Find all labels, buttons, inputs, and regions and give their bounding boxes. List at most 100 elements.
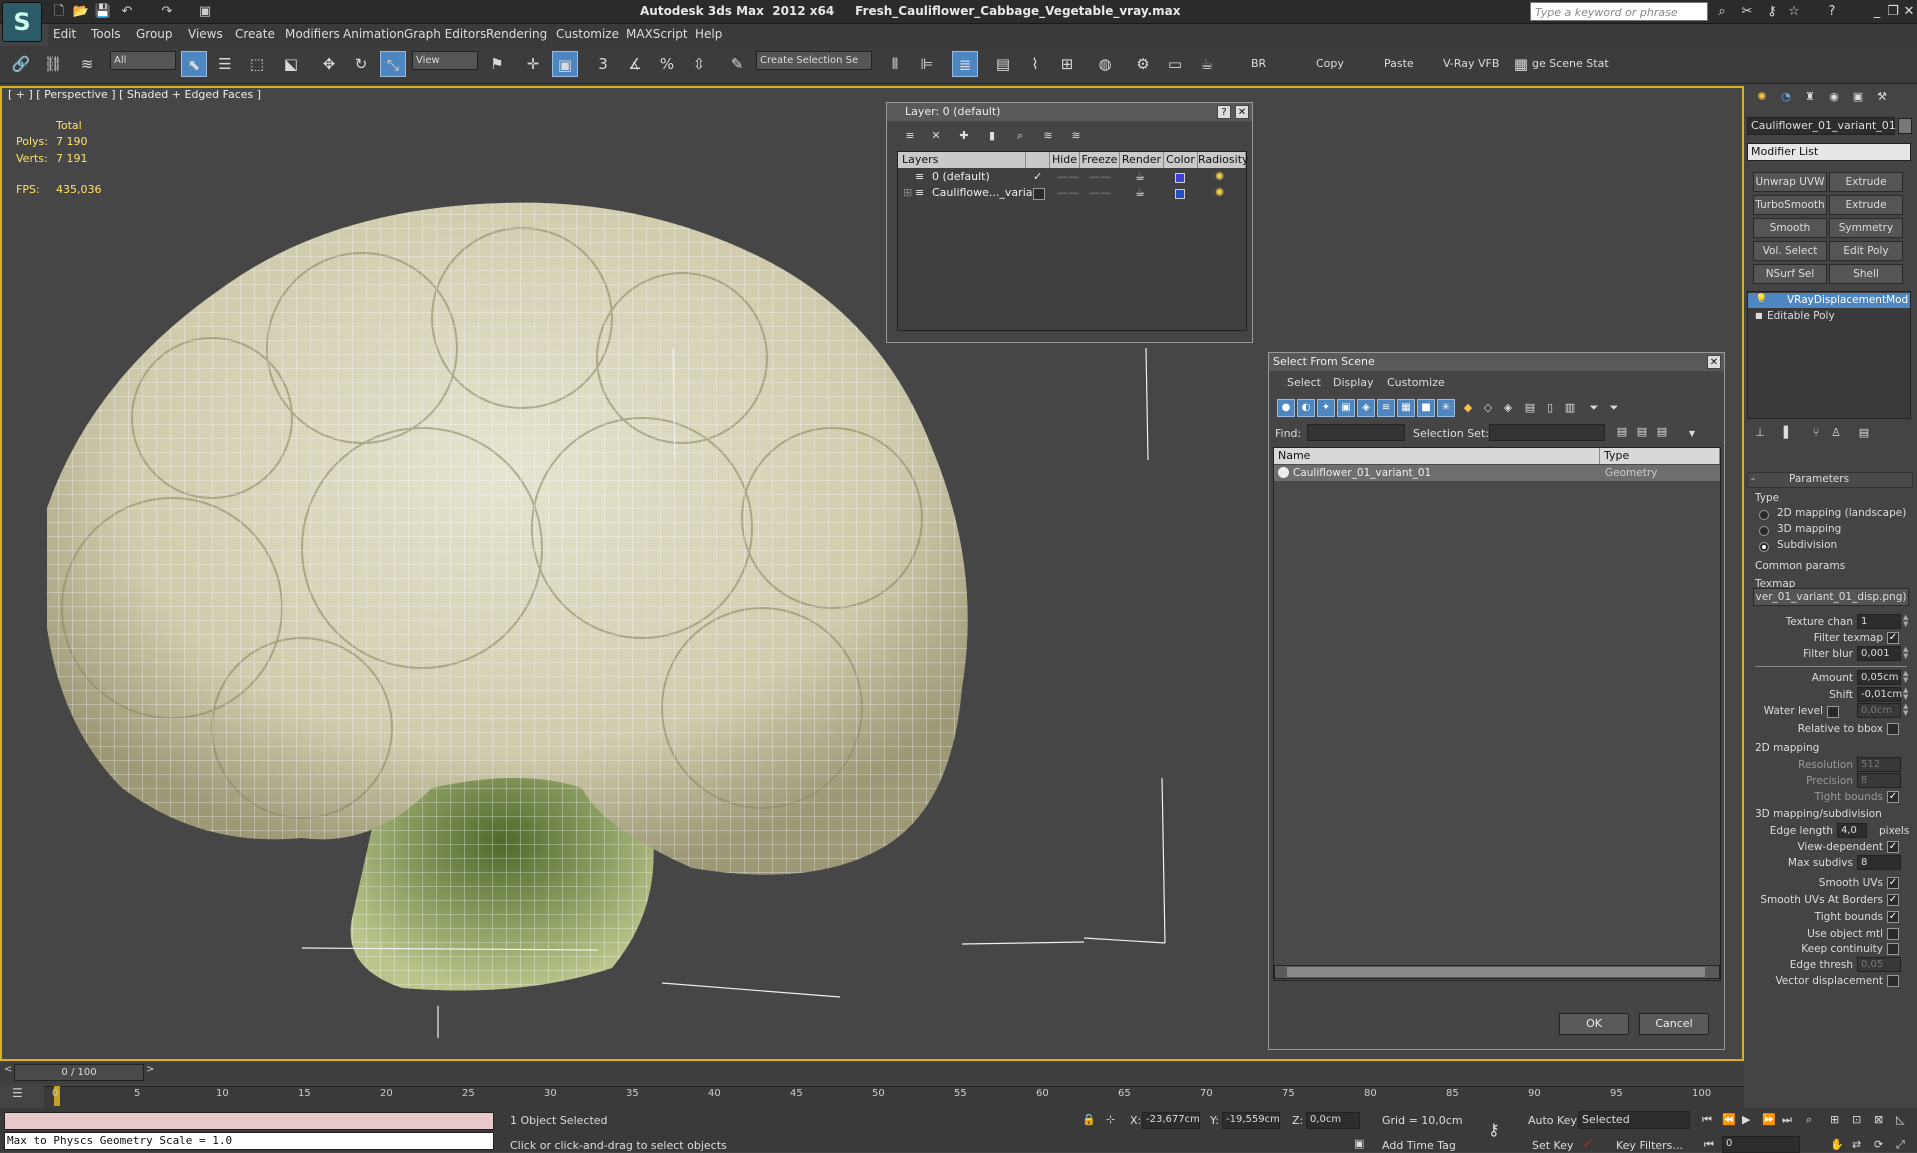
layer-hide-toggle[interactable]: —— (1057, 169, 1079, 185)
auto-key-button[interactable]: Auto Key (1528, 1114, 1577, 1127)
scene-states-icon[interactable]: ▦ (1508, 51, 1534, 77)
texmap-button[interactable]: ver_01_variant_01_disp.png) (1753, 588, 1909, 606)
walk-through-icon[interactable]: ⇄ (1852, 1138, 1861, 1151)
render-production-icon[interactable]: ☕ (1194, 51, 1220, 77)
hierarchy-tab-icon[interactable]: ♜ (1801, 88, 1819, 106)
angle-snap-icon[interactable]: ∡ (622, 51, 648, 77)
menu-maxscript[interactable]: MAXScript (626, 27, 688, 41)
keyboard-shortcut-toggle-icon[interactable]: ▣ (552, 51, 578, 77)
link-icon[interactable]: 🔗 (8, 51, 34, 77)
select-none-icon[interactable]: ▯ (1541, 399, 1559, 417)
filter-geometry-icon[interactable]: ● (1277, 399, 1295, 417)
smooth-uvs-borders-checkbox[interactable]: ✓ (1887, 894, 1899, 906)
modifier-button[interactable]: Smooth (1753, 218, 1827, 238)
hide-all-layers-icon[interactable]: ≋ (1039, 127, 1057, 145)
paste-button[interactable]: Paste (1384, 57, 1414, 70)
render-setup-icon[interactable]: ⚙ (1130, 51, 1156, 77)
scene-close-button[interactable]: ✕ (1707, 355, 1721, 369)
tight-bounds-2d-checkbox[interactable]: ✓ (1887, 791, 1899, 803)
select-children-icon[interactable]: ▤ (1653, 423, 1671, 441)
project-folder-icon[interactable]: ▣ (196, 3, 214, 21)
edge-length-input[interactable]: 4,0 (1837, 823, 1867, 838)
scene-menu-display[interactable]: Display (1333, 376, 1374, 389)
teapot-render-icon[interactable]: ☕ (1135, 169, 1145, 185)
scene-menu-customize[interactable]: Customize (1387, 376, 1445, 389)
percent-snap-icon[interactable]: % (654, 51, 680, 77)
zoom-extents-all-icon[interactable]: ⊠ (1874, 1113, 1883, 1126)
make-unique-icon[interactable]: ⑂ (1807, 424, 1825, 442)
expand-icon[interactable]: ⊞ (903, 185, 912, 201)
col-hide[interactable]: Hide (1050, 152, 1080, 168)
menu-group[interactable]: Group (136, 27, 173, 41)
object-name[interactable]: Cauliflower_01_variant_01 (1293, 465, 1431, 481)
window-crossing-icon[interactable]: ⬕ (278, 51, 304, 77)
filter-helpers-icon[interactable]: ◈ (1357, 399, 1375, 417)
time-slider[interactable] (0, 1062, 1744, 1084)
select-all-icon[interactable]: ▤ (1521, 399, 1539, 417)
search-input[interactable]: Type a keyword or phrase (1530, 2, 1708, 21)
time-prev-icon[interactable]: < (4, 1064, 12, 1075)
cancel-button[interactable]: Cancel (1639, 1013, 1709, 1035)
redo-icon[interactable]: ↷ (158, 3, 176, 21)
layer-manager-icon[interactable]: ≣ (952, 51, 978, 77)
pivot-center-icon[interactable]: ⚑ (484, 51, 510, 77)
add-time-tag[interactable]: Add Time Tag (1382, 1139, 1456, 1152)
rollout-collapse-icon[interactable]: - (1751, 472, 1755, 485)
edit-named-selection-icon[interactable]: ✎ (724, 51, 750, 77)
app-logo-icon[interactable]: S (2, 2, 42, 42)
layer-close-button[interactable]: ✕ (1235, 105, 1249, 119)
curve-editor-icon[interactable]: ⌇ (1022, 51, 1048, 77)
edge-thresh-input[interactable]: 0,05 (1857, 957, 1901, 972)
radiosity-light-icon[interactable]: ✺ (1215, 185, 1224, 201)
menu-tools[interactable]: Tools (91, 27, 121, 41)
key-filters-button[interactable]: Key Filters... (1616, 1139, 1683, 1152)
close-icon[interactable]: ✕ (1900, 3, 1917, 21)
display-invert-icon[interactable]: ◈ (1499, 399, 1517, 417)
filter-spacewarps-icon[interactable]: ≋ (1377, 399, 1395, 417)
named-selection-dropdown[interactable]: Create Selection Se (756, 51, 872, 70)
spinner-arrows-icon[interactable]: ▲ ▼ (1903, 670, 1909, 685)
selection-set-dropdown[interactable] (1489, 424, 1605, 441)
align-icon[interactable]: ⊫ (914, 51, 940, 77)
menu-customize[interactable]: Customize (556, 27, 619, 41)
key-icon[interactable]: ⚷ (1763, 3, 1781, 21)
zoom-extents-icon[interactable]: ⊡ (1852, 1113, 1861, 1126)
schematic-view-icon[interactable]: ⊞ (1054, 51, 1080, 77)
filter-shapes-icon[interactable]: ◐ (1297, 399, 1315, 417)
spinner-arrows-icon[interactable]: ▲ ▼ (1903, 646, 1909, 661)
tight-bounds-3d-checkbox[interactable]: ✓ (1887, 911, 1899, 923)
precision-input[interactable]: 8 (1857, 773, 1901, 788)
layer-freeze-toggle[interactable]: —— (1089, 169, 1111, 185)
br-button[interactable]: BR (1251, 57, 1266, 70)
menu-graph-editors[interactable]: Graph Editors (404, 27, 486, 41)
layer-help-button[interactable]: ? (1217, 105, 1231, 119)
maxscript-listener-output[interactable]: Max to Physcs Geometry Scale = 1.0 (4, 1132, 494, 1150)
filter-icon[interactable]: ⏷ (1585, 399, 1603, 417)
viewport-label[interactable]: [ + ] [ Perspective ] [ Shaded + Edged F… (8, 88, 261, 101)
layer-row-name[interactable]: 0 (default) (932, 169, 990, 185)
maxscript-listener-pink[interactable] (4, 1112, 494, 1130)
material-editor-icon[interactable]: ◍ (1092, 51, 1118, 77)
freeze-all-layers-icon[interactable]: ≋ (1067, 127, 1085, 145)
keep-continuity-checkbox[interactable] (1887, 943, 1899, 955)
new-layer-icon[interactable]: ≡ (901, 127, 919, 145)
x-coord-field[interactable]: -23,677cm (1142, 1112, 1200, 1129)
new-file-icon[interactable]: 🗋 (50, 3, 68, 21)
spinner-snap-icon[interactable]: ⇳ (686, 51, 712, 77)
zoom-all-icon[interactable]: ⊞ (1830, 1113, 1839, 1126)
reference-coord-dropdown[interactable]: View (412, 51, 478, 70)
radiosity-light-icon[interactable]: ✺ (1215, 169, 1224, 185)
save-icon[interactable]: 💾 (94, 3, 112, 21)
col-freeze[interactable]: Freeze (1080, 152, 1120, 168)
more-options-icon[interactable]: ▼ (1683, 425, 1701, 443)
stack-expand-icon[interactable]: ■ (1755, 311, 1763, 320)
scale-icon[interactable]: ⤡ (380, 51, 406, 77)
key-mode-dropdown[interactable]: Selected (1578, 1111, 1690, 1129)
layer-row-name[interactable]: Cauliflowe..._variar (932, 185, 1037, 201)
display-all-icon[interactable]: ◆ (1459, 399, 1477, 417)
smooth-uvs-checkbox[interactable]: ✓ (1887, 877, 1899, 889)
binoculars-icon[interactable]: ⌕ (1713, 3, 1731, 21)
stack-item-label[interactable]: VRayDisplacementMod (1787, 294, 1908, 306)
light-bulb-icon[interactable]: 💡 (1755, 294, 1767, 305)
modify-tab-icon[interactable]: ◔ (1777, 88, 1795, 106)
